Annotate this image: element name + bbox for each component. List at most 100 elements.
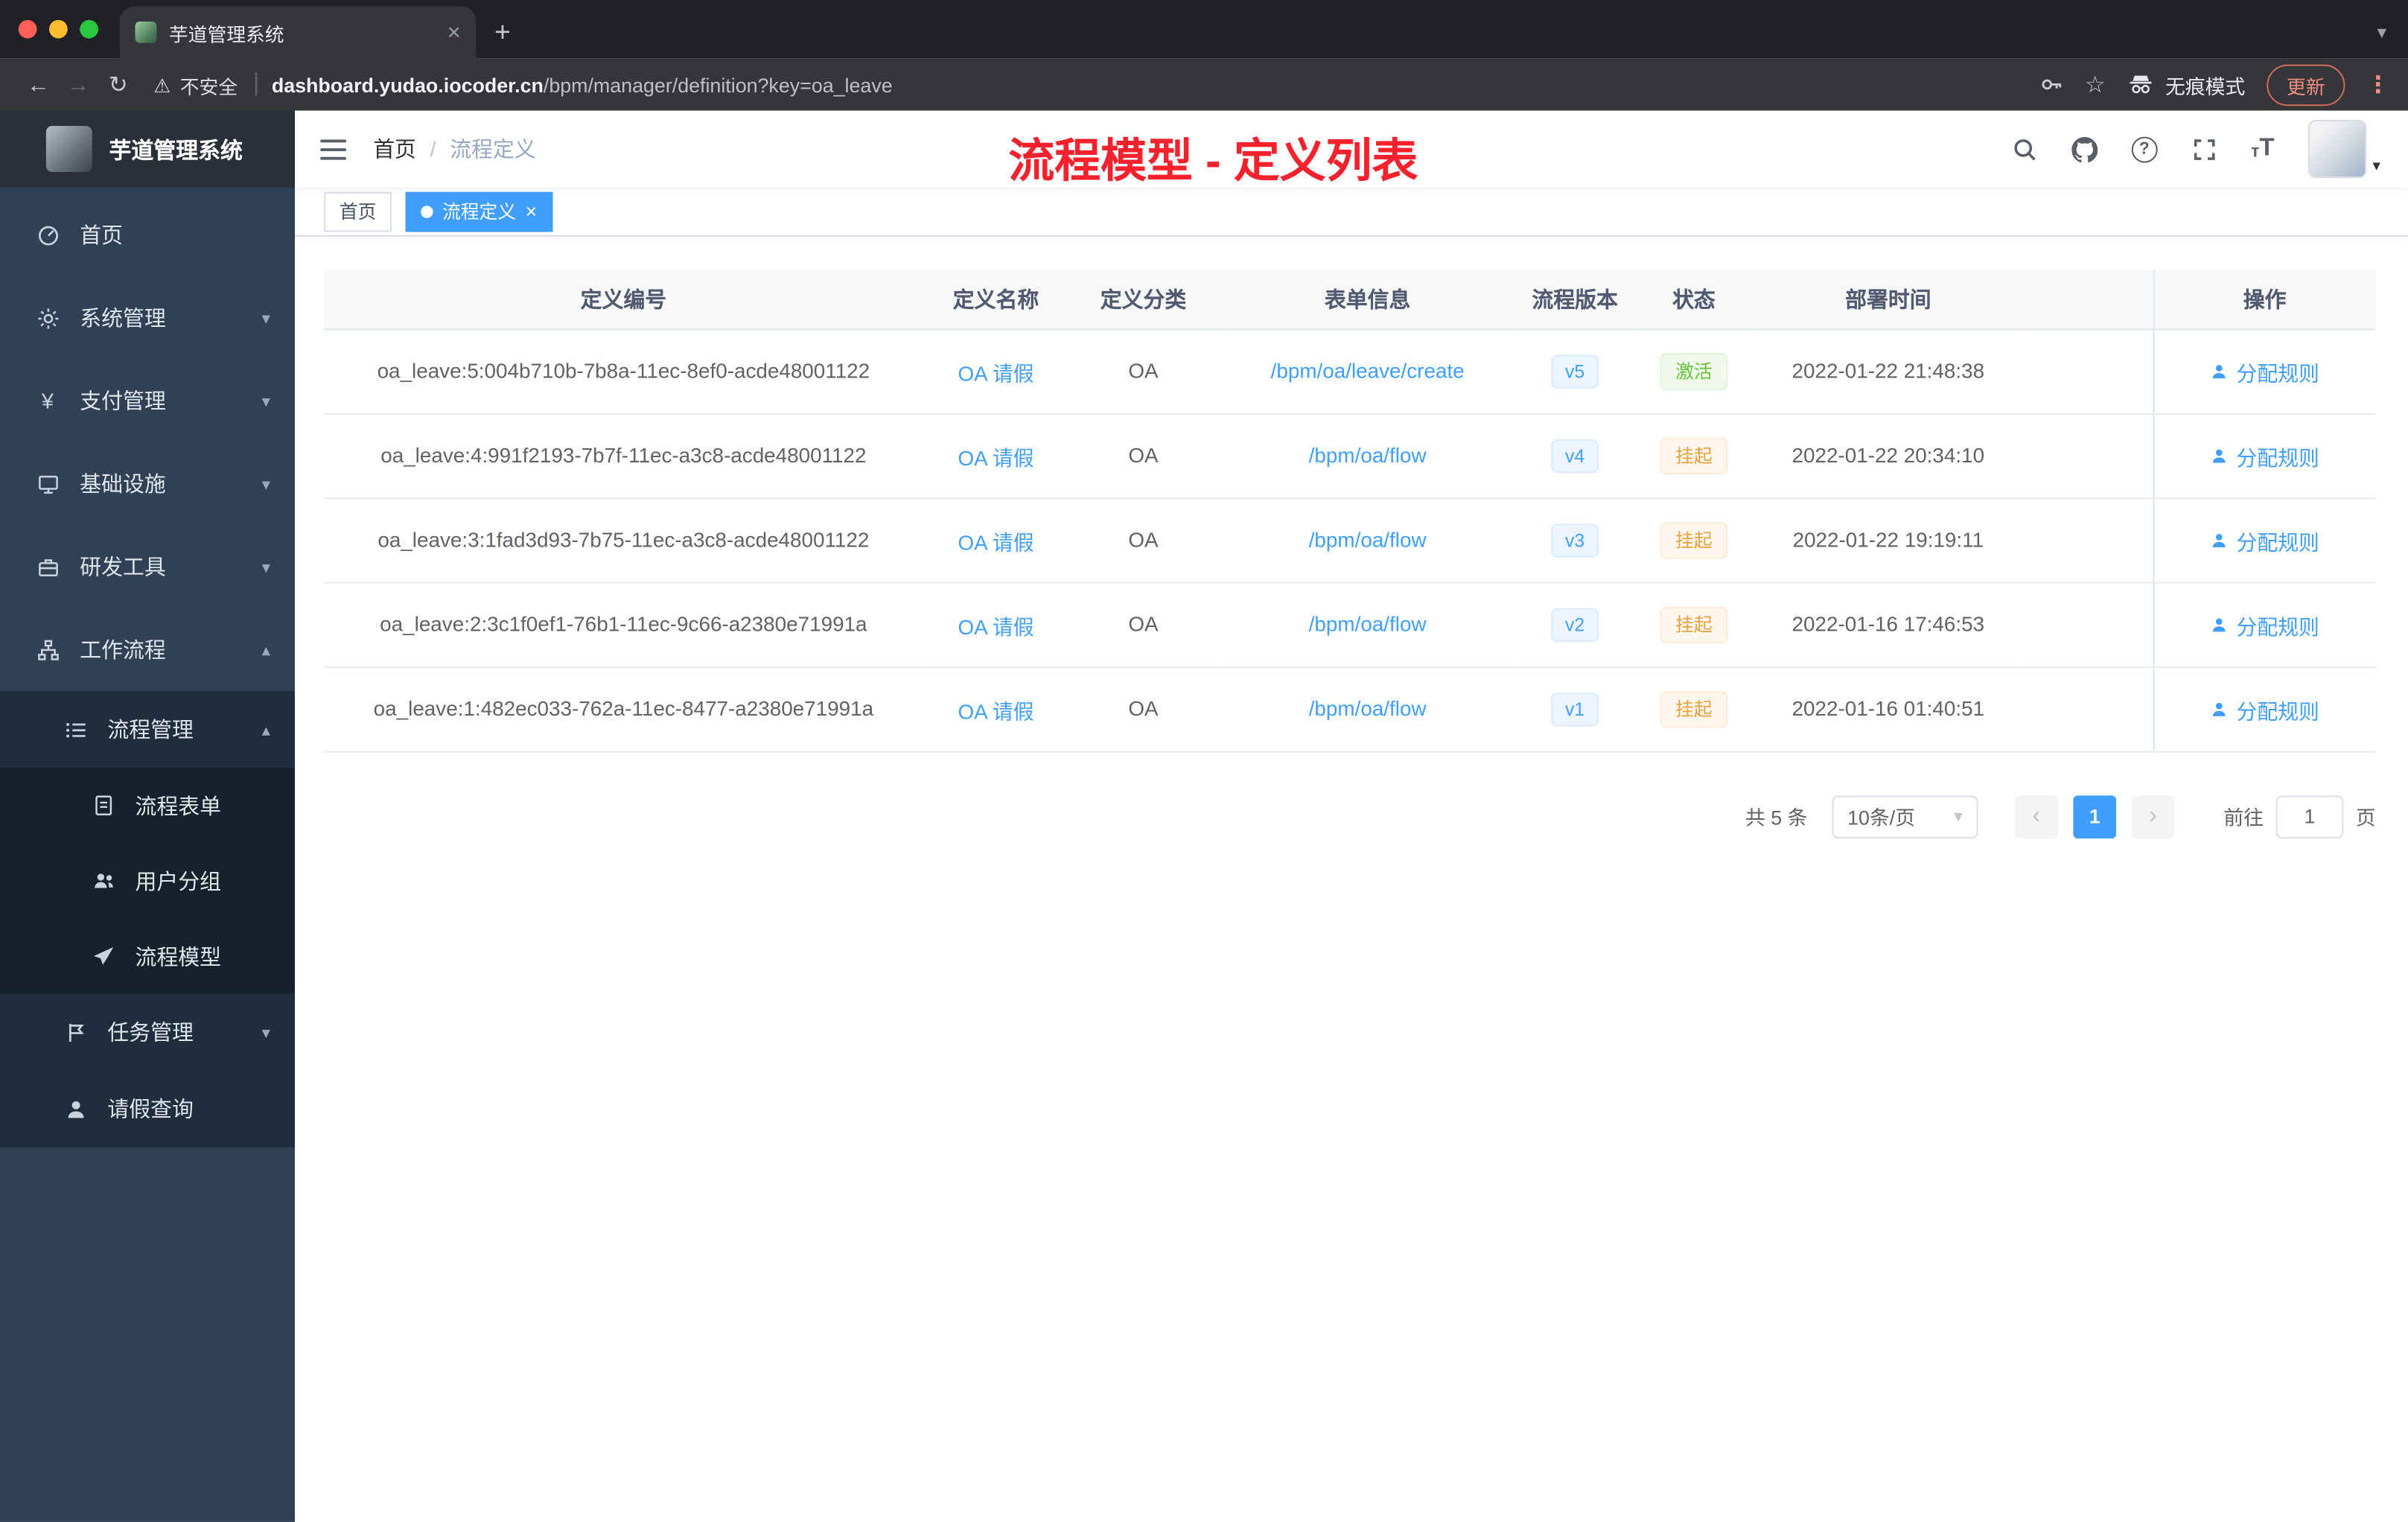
- user-avatar-wrap[interactable]: ▾: [2307, 119, 2380, 179]
- minimize-window-button[interactable]: [49, 19, 68, 39]
- paper-plane-icon: [89, 944, 117, 967]
- assign-rule-link[interactable]: 分配规则: [2210, 693, 2319, 724]
- user-icon: [2213, 364, 2226, 378]
- avatar[interactable]: [2307, 119, 2367, 179]
- table-row: oa_leave:4:991f2193-7b7f-11ec-a3c8-acde4…: [324, 413, 2376, 499]
- sidebar-item-home[interactable]: 首页: [0, 194, 295, 276]
- breadcrumb-home[interactable]: 首页: [373, 133, 416, 164]
- main-area: 首页 / 流程定义 ? тT ▾ 首页 流程定义 × 定义编号 定义名称 定义分…: [295, 110, 2408, 1522]
- definition-name-link[interactable]: OA 请假: [958, 446, 1033, 469]
- chevron-down-icon: ▾: [261, 309, 270, 328]
- form-link[interactable]: /bpm/oa/flow: [1309, 529, 1427, 552]
- status-badge: 挂起: [1660, 605, 1728, 643]
- current-page-button[interactable]: 1: [2073, 795, 2117, 838]
- goto-page-input[interactable]: [2275, 795, 2344, 838]
- sidebar-item-task-management[interactable]: 任务管理 ▾: [0, 993, 295, 1070]
- column-definition-category: 定义分类: [1068, 270, 1218, 330]
- browser-tab[interactable]: 芋道管理系统 ×: [119, 6, 477, 59]
- goto-suffix: 页: [2355, 806, 2376, 830]
- assign-rule-link[interactable]: 分配规则: [2210, 440, 2319, 471]
- form-link[interactable]: /bpm/oa/flow: [1309, 613, 1427, 636]
- sidebar-item-devtools[interactable]: 研发工具 ▾: [0, 525, 295, 608]
- tag-close-icon[interactable]: ×: [525, 201, 537, 221]
- users-icon: [89, 869, 117, 892]
- form-link[interactable]: /bpm/oa/flow: [1309, 444, 1427, 467]
- definition-category: OA: [1068, 413, 1218, 499]
- definition-name-link[interactable]: OA 请假: [958, 362, 1033, 385]
- sidebar-item-label: 研发工具: [80, 554, 166, 579]
- form-link[interactable]: /bpm/oa/leave/create: [1271, 360, 1465, 383]
- assign-rule-link[interactable]: 分配规则: [2210, 524, 2319, 555]
- tags-bar: 首页 流程定义 ×: [295, 187, 2408, 237]
- browser-menu-icon[interactable]: ⋮: [2366, 71, 2389, 98]
- site-security-chip[interactable]: ⚠ 不安全: [153, 70, 238, 99]
- prev-page-button[interactable]: ‹: [2014, 795, 2058, 838]
- key-icon[interactable]: [2039, 72, 2063, 97]
- sidebar-item-system[interactable]: 系统管理 ▾: [0, 276, 295, 359]
- tab-close-icon[interactable]: ×: [447, 21, 461, 44]
- next-page-button[interactable]: ›: [2131, 795, 2175, 838]
- pagination-total: 共 5 条: [1745, 806, 1808, 830]
- table-row: oa_leave:1:482ec033-762a-11ec-8477-a2380…: [324, 666, 2376, 752]
- row-spacer: [2021, 413, 2153, 499]
- definition-name-link[interactable]: OA 请假: [958, 531, 1033, 554]
- browser-tab-bar: 芋道管理系统 × + ▾: [0, 0, 2408, 59]
- sidebar-toggle-icon[interactable]: [319, 138, 347, 161]
- github-icon[interactable]: [2071, 136, 2098, 162]
- font-size-icon[interactable]: тT: [2251, 136, 2274, 162]
- tab-favicon-icon: [135, 21, 157, 43]
- logo-avatar: [45, 126, 92, 172]
- sidebar-item-process-management[interactable]: 流程管理 ▴: [0, 691, 295, 768]
- forward-button[interactable]: →: [58, 71, 98, 98]
- help-icon[interactable]: ?: [2131, 136, 2158, 162]
- page-size-select[interactable]: 10条/页 ▾: [1832, 795, 1978, 838]
- breadcrumb-separator: /: [430, 136, 436, 162]
- sidebar-item-payment[interactable]: ¥ 支付管理 ▾: [0, 360, 295, 442]
- tag-home[interactable]: 首页: [324, 191, 392, 232]
- definition-name-link[interactable]: OA 请假: [958, 699, 1033, 722]
- goto-page: 前往 页: [2223, 795, 2376, 838]
- url-domain: dashboard.yudao.iocoder.cn: [271, 72, 544, 96]
- address-bar-actions: ☆ 无痕模式 更新 ⋮: [2039, 63, 2389, 106]
- sidebar-item-workflow[interactable]: 工作流程 ▴: [0, 608, 295, 691]
- row-spacer: [2021, 582, 2153, 668]
- reload-button[interactable]: ↻: [98, 71, 138, 98]
- annotation-title: 流程模型 - 定义列表: [1008, 136, 1418, 188]
- fullscreen-icon[interactable]: [2191, 136, 2217, 162]
- sidebar-item-leave-query[interactable]: 请假查询: [0, 1071, 295, 1147]
- close-window-button[interactable]: [18, 19, 37, 39]
- sidebar-item-infrastructure[interactable]: 基础设施 ▾: [0, 442, 295, 525]
- chevron-down-icon: ▾: [261, 475, 270, 494]
- sidebar-item-process-form[interactable]: 流程表单: [0, 768, 295, 844]
- sidebar-logo[interactable]: 芋道管理系统: [0, 110, 295, 188]
- chevron-up-icon: ▴: [261, 641, 270, 660]
- sidebar-item-process-model[interactable]: 流程模型: [0, 918, 295, 994]
- url-field[interactable]: dashboard.yudao.iocoder.cn/bpm/manager/d…: [272, 73, 893, 96]
- workflow-submenu: 流程管理 ▴ 流程表单 用户分组 流程模型 任务管理 ▾ 请假查询: [0, 691, 295, 1147]
- definition-name-link[interactable]: OA 请假: [958, 615, 1033, 638]
- status-badge: 激活: [1660, 352, 1728, 389]
- new-tab-button[interactable]: +: [494, 19, 511, 46]
- sidebar: 芋道管理系统 首页 系统管理 ▾ ¥ 支付管理 ▾ 基础设施 ▾ 研发工具 ▾ …: [0, 110, 295, 1522]
- user-icon: [2213, 532, 2226, 547]
- tag-label: 流程定义: [442, 201, 517, 223]
- form-link[interactable]: /bpm/oa/flow: [1309, 697, 1427, 720]
- browser-update-button[interactable]: 更新: [2267, 63, 2345, 106]
- page-content: 定义编号 定义名称 定义分类 表单信息 流程版本 状态 部署时间 操作 oa_l…: [295, 237, 2408, 838]
- chevron-down-icon: ▾: [261, 1023, 270, 1042]
- definition-id: oa_leave:2:3c1f0ef1-76b1-11ec-9c66-a2380…: [324, 582, 923, 668]
- sidebar-item-user-group[interactable]: 用户分组: [0, 843, 295, 919]
- bookmark-star-icon[interactable]: ☆: [2085, 71, 2106, 98]
- search-icon[interactable]: [2011, 136, 2037, 162]
- assign-rule-link[interactable]: 分配规则: [2210, 609, 2319, 640]
- assign-rule-link[interactable]: 分配规则: [2210, 355, 2319, 386]
- sidebar-item-label: 工作流程: [80, 637, 166, 662]
- gear-icon: [34, 306, 61, 329]
- back-button[interactable]: ←: [19, 71, 59, 98]
- tab-search-icon[interactable]: ▾: [2377, 22, 2386, 43]
- zoom-window-button[interactable]: [80, 19, 98, 39]
- flag-icon: [62, 1021, 89, 1044]
- table-row: oa_leave:5:004b710b-7b8a-11ec-8ef0-acde4…: [324, 328, 2376, 414]
- tag-process-definition[interactable]: 流程定义 ×: [405, 191, 552, 232]
- sidebar-item-label: 任务管理: [107, 1019, 194, 1045]
